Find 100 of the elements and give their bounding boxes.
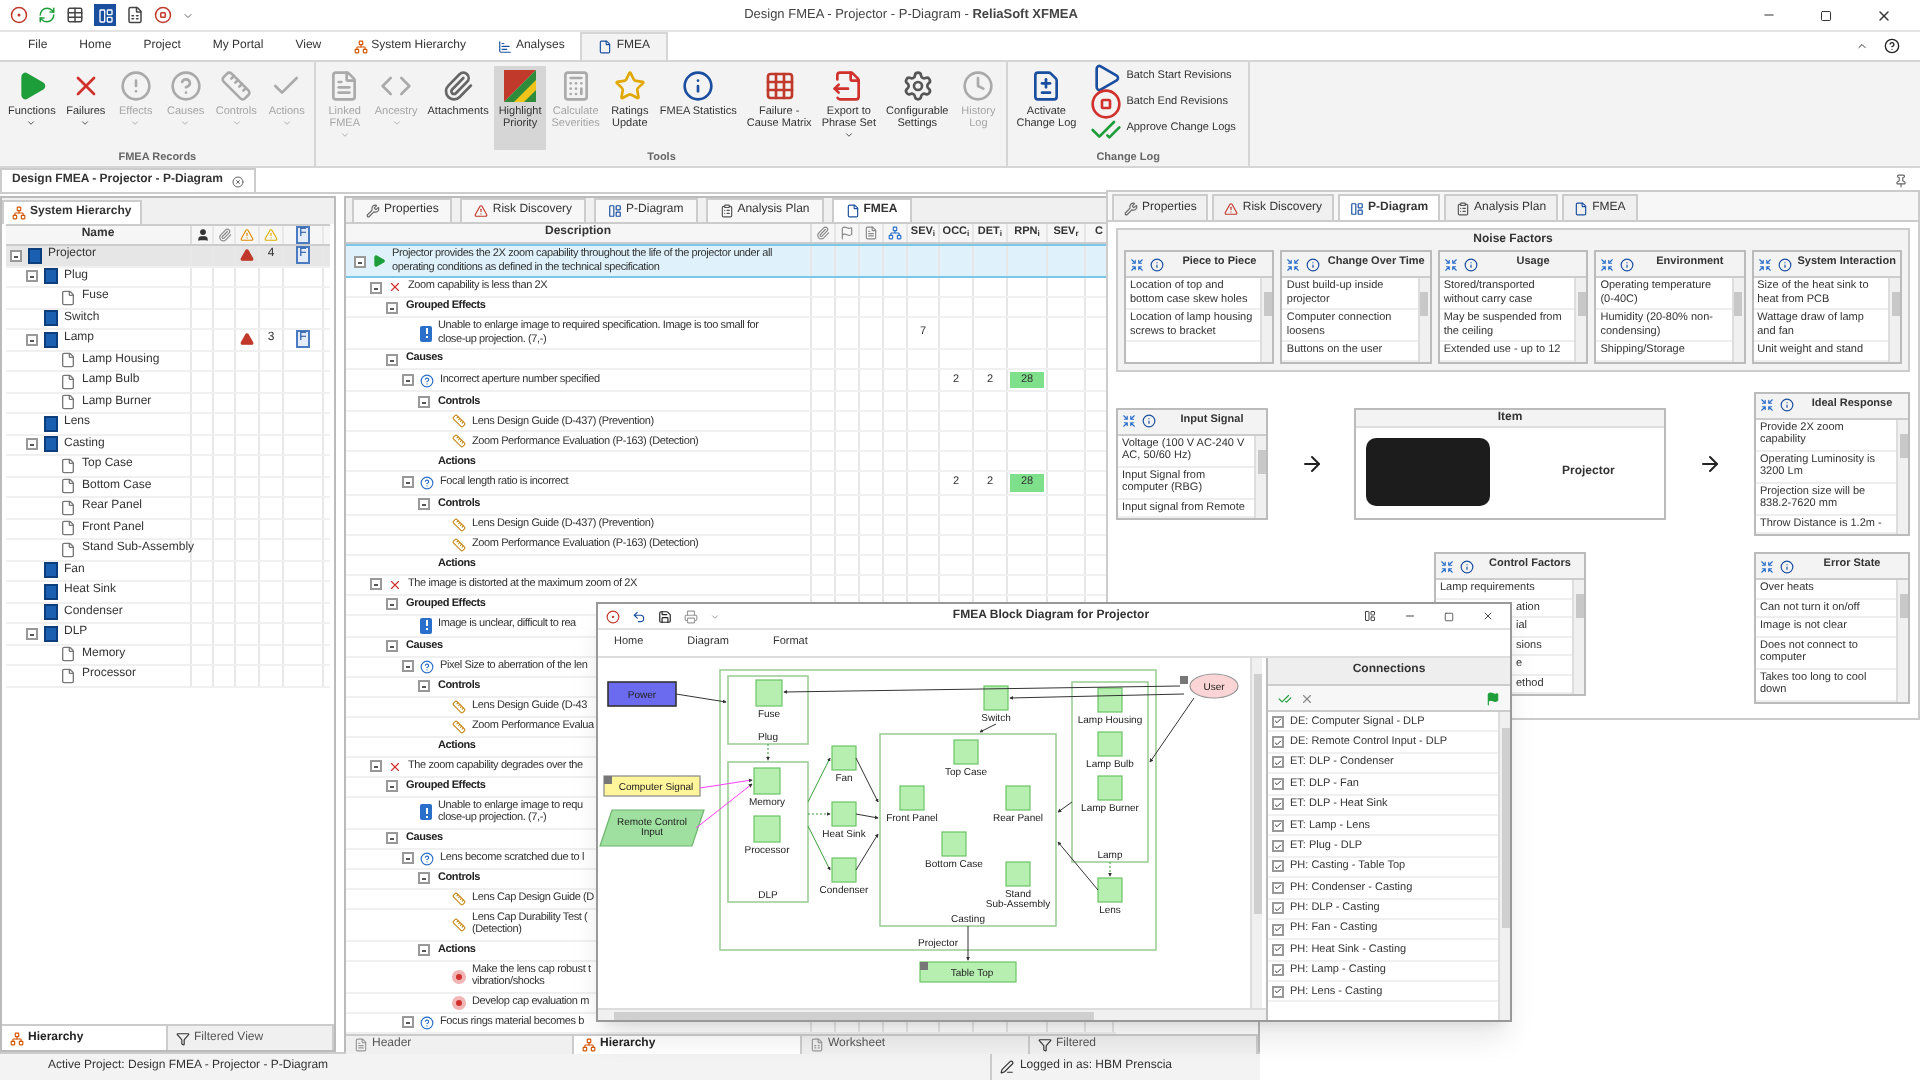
x-icon (388, 577, 402, 591)
scrollbar[interactable] (1888, 278, 1901, 361)
checkbox[interactable] (1272, 756, 1284, 769)
question-icon (420, 659, 434, 673)
minimize-icon (1404, 610, 1416, 622)
hierarchy-icon (10, 1031, 24, 1045)
checkbox[interactable] (1272, 798, 1284, 811)
checkbox[interactable] (1272, 840, 1284, 853)
checkbox[interactable] (1272, 964, 1284, 977)
connector-arrow[interactable] (783, 685, 1181, 694)
scrollbar[interactable] (1498, 712, 1510, 1020)
warning-icon (1224, 201, 1239, 215)
checkbox[interactable] (1272, 777, 1284, 790)
collapse-toggle[interactable] (370, 578, 382, 590)
ruler-icon (452, 517, 466, 531)
connector-arrow[interactable] (966, 925, 970, 961)
checkbox[interactable] (1272, 943, 1284, 956)
close-icon (232, 175, 245, 187)
collapse-toggle[interactable] (370, 760, 382, 772)
collapse-toggle[interactable] (402, 852, 414, 864)
hierarchy-icon (888, 226, 902, 240)
ruler-icon (452, 917, 466, 931)
collapse-toggle[interactable] (26, 627, 38, 640)
scrollbar[interactable] (1731, 278, 1744, 361)
collapse-toggle[interactable] (418, 498, 430, 510)
connector-arrow[interactable] (675, 693, 727, 704)
collapse-toggle[interactable] (418, 944, 430, 956)
panel-toggle-icon[interactable] (94, 4, 116, 26)
document-icon (354, 1037, 368, 1051)
scrollbar[interactable] (1572, 580, 1584, 694)
collapse-toggle[interactable] (386, 640, 398, 652)
collapse-toggle[interactable] (386, 301, 398, 313)
scrollbar[interactable] (598, 1008, 1266, 1020)
collapse-toggle[interactable] (418, 872, 430, 884)
checkbox[interactable] (1272, 860, 1284, 873)
checkbox[interactable] (1272, 902, 1284, 915)
filter-icon (1038, 1037, 1052, 1051)
collapse-toggle[interactable] (402, 1016, 414, 1028)
scrollbar[interactable] (1260, 278, 1273, 361)
collapse-toggle[interactable] (418, 395, 430, 408)
collapse-toggle[interactable] (10, 249, 22, 262)
collapse-toggle[interactable] (418, 680, 430, 692)
collapse-toggle[interactable] (402, 660, 414, 672)
page-icon (60, 457, 76, 474)
priority-swatch-icon (504, 70, 537, 102)
connector-arrow[interactable] (807, 812, 831, 816)
collapse-toggle[interactable] (402, 374, 414, 387)
collapse-toggle[interactable] (26, 438, 38, 451)
ruler-icon (452, 699, 466, 713)
info-icon (1780, 398, 1794, 412)
connector-arrow[interactable] (1009, 693, 1185, 700)
caret-icon (180, 118, 191, 128)
checkbox[interactable] (1272, 881, 1284, 894)
caret-icon (231, 118, 242, 128)
connector-arrow[interactable] (855, 757, 879, 803)
check-all-icon (1278, 691, 1292, 705)
checkbox[interactable] (1272, 819, 1284, 832)
help-icon (1884, 38, 1900, 54)
scrollbar[interactable] (1896, 580, 1908, 701)
collapse-toggle[interactable] (354, 255, 366, 267)
page-icon (60, 478, 76, 495)
caret-icon (26, 118, 37, 128)
flag-icon (1486, 691, 1500, 705)
arrow-icon (1299, 451, 1323, 476)
checkbox[interactable] (1272, 923, 1284, 936)
question-icon (169, 70, 202, 102)
settings-icon (901, 70, 934, 102)
collapse-toggle[interactable] (386, 832, 398, 844)
diagram-icon (608, 204, 623, 218)
page-icon (60, 373, 76, 390)
collapse-toggle[interactable] (26, 270, 38, 283)
collapse-toggle[interactable] (386, 353, 398, 365)
connector-arrow[interactable] (1057, 801, 1073, 813)
paperclip-icon (217, 228, 231, 242)
scrollbar[interactable] (1896, 419, 1908, 534)
collapse-arrows-icon (1286, 257, 1301, 271)
checkbox[interactable] (1272, 985, 1284, 998)
document-diff-icon (1030, 70, 1063, 102)
connector-arrow[interactable] (766, 743, 770, 761)
ruler-icon (452, 434, 466, 449)
collapse-toggle[interactable] (386, 780, 398, 792)
scrollbar[interactable] (1254, 435, 1266, 518)
scrollbar[interactable] (1417, 278, 1430, 361)
ruler-icon (452, 537, 466, 551)
connector-arrow[interactable] (855, 833, 879, 871)
play-icon (1090, 61, 1123, 93)
collapse-toggle[interactable] (26, 333, 38, 346)
connector-arrow[interactable] (979, 723, 997, 733)
collapse-arrows-icon (1760, 559, 1774, 573)
scrollbar[interactable] (1250, 658, 1262, 1008)
pin-icon (1894, 174, 1908, 188)
scrollbar[interactable] (1574, 278, 1587, 361)
checkbox[interactable] (1272, 736, 1284, 749)
connector-arrow[interactable] (1108, 861, 1112, 877)
collapse-toggle[interactable] (370, 281, 382, 293)
table-icon (66, 6, 84, 24)
collapse-toggle[interactable] (402, 476, 414, 489)
checkbox[interactable] (1272, 715, 1284, 728)
connector-arrow[interactable] (855, 813, 879, 820)
collapse-toggle[interactable] (386, 598, 398, 610)
